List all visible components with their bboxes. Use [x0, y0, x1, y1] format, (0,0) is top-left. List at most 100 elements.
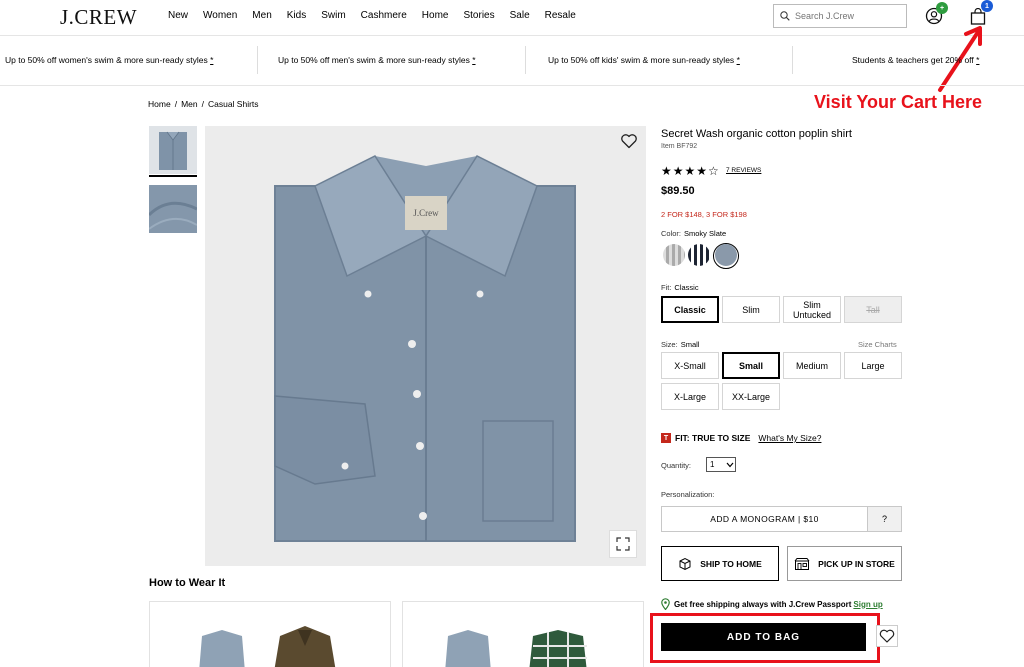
thumbnail-fabric-detail[interactable]: [149, 185, 197, 233]
outfit-image-shirt-flannel: [445, 630, 587, 667]
item-number: Item BF792: [661, 143, 698, 150]
pick-up-in-store-label: PICK UP IN STORE: [818, 558, 895, 569]
nav-women[interactable]: Women: [203, 10, 237, 21]
size-charts-link[interactable]: Size Charts: [858, 340, 897, 349]
thumbnail-selected-indicator: [149, 175, 197, 177]
color-label: Color: Smoky Slate: [661, 229, 726, 238]
add-monogram-button[interactable]: ADD A MONOGRAM | $10: [661, 506, 868, 532]
personalization-label: Personalization:: [661, 490, 715, 499]
monogram-help-button[interactable]: ?: [867, 506, 902, 532]
fit-option-classic[interactable]: Classic: [661, 296, 719, 323]
how-to-wear-heading: How to Wear It: [149, 577, 226, 589]
nav-swim[interactable]: Swim: [321, 10, 345, 21]
size-option-x-small[interactable]: X-Small: [661, 352, 719, 379]
promo-divider: [792, 46, 793, 74]
fabric-thumbnail-image: [149, 185, 197, 233]
breadcrumb-separator: /: [174, 99, 178, 109]
product-title: Secret Wash organic cotton poplin shirt: [661, 128, 852, 140]
nav-sale[interactable]: Sale: [510, 10, 530, 21]
star-rating[interactable]: ★★★★☆: [661, 164, 720, 178]
fit-selected-value: Classic: [674, 283, 699, 292]
svg-text:J.Crew: J.Crew: [413, 208, 439, 218]
promo-bar: Up to 50% off women's swim & more sun-re…: [0, 36, 1024, 86]
promo-students-details-link[interactable]: *: [976, 55, 979, 65]
fit-option-slim-untucked[interactable]: Slim Untucked: [783, 296, 841, 323]
nav-new[interactable]: New: [168, 10, 188, 21]
outfit-card-1[interactable]: [149, 601, 391, 667]
reviews-link[interactable]: 7 REVIEWS: [726, 167, 761, 174]
nav-kids[interactable]: Kids: [287, 10, 306, 21]
promo-kids-text: Up to 50% off kids' swim & more sun-read…: [548, 55, 735, 65]
outfit-image-shirt-blazer: [199, 626, 336, 667]
search-box[interactable]: [773, 4, 907, 28]
breadcrumb-home[interactable]: Home: [148, 99, 171, 109]
nav-home[interactable]: Home: [422, 10, 449, 21]
promo-women-details-link[interactable]: *: [210, 55, 213, 65]
pick-up-in-store-button[interactable]: PICK UP IN STORE: [787, 546, 902, 581]
size-selected-value: Small: [680, 340, 700, 349]
promo-kids-details-link[interactable]: *: [737, 55, 740, 65]
search-icon: [780, 11, 790, 21]
ship-to-home-label: SHIP TO HOME: [700, 558, 762, 569]
shirt-thumbnail-image: [159, 131, 187, 170]
main-product-image[interactable]: J.Crew: [205, 126, 646, 566]
product-price: $89.50: [661, 185, 695, 197]
true-fit-logo-icon: T: [661, 433, 671, 443]
promo-students[interactable]: Students & teachers get 20% off *: [852, 55, 979, 65]
promo-students-text: Students & teachers get 20% off: [852, 55, 974, 65]
fit-true-text: FIT: TRUE TO SIZE: [675, 433, 751, 443]
thumbnail-folded-shirt[interactable]: [149, 126, 197, 174]
breadcrumb-men[interactable]: Men: [181, 99, 198, 109]
breadcrumb: Home / Men / Casual Shirts: [148, 99, 263, 109]
multi-buy-deal: 2 FOR $148, 3 FOR $198: [661, 210, 747, 219]
heart-icon[interactable]: [620, 132, 638, 150]
fit-option-slim[interactable]: Slim: [722, 296, 780, 323]
search-input[interactable]: [795, 11, 895, 21]
nav-men[interactable]: Men: [252, 10, 271, 21]
size-option-large[interactable]: Large: [844, 352, 902, 379]
size-option-x-large[interactable]: X-Large: [661, 383, 719, 410]
breadcrumb-separator: /: [201, 99, 204, 109]
promo-women[interactable]: Up to 50% off women's swim & more sun-re…: [5, 55, 213, 65]
passport-text: Get free shipping always with J.Crew Pas…: [674, 599, 852, 609]
promo-men[interactable]: Up to 50% off men's swim & more sun-read…: [278, 55, 476, 65]
location-pin-icon: [661, 598, 670, 610]
promo-men-details-link[interactable]: *: [472, 55, 475, 65]
swatch-gingham-white[interactable]: [663, 244, 685, 266]
size-label-text: Size:: [661, 340, 678, 349]
size-option-xx-large[interactable]: XX-Large: [722, 383, 780, 410]
swatch-gingham-navy[interactable]: [688, 244, 710, 266]
size-label: Size: Small: [661, 340, 699, 349]
quantity-value: 1: [710, 460, 715, 469]
annotation-visit-cart: Visit Your Cart Here: [814, 92, 983, 112]
account-status-badge: +: [936, 2, 948, 14]
breadcrumb-casual-shirts[interactable]: Casual Shirts: [208, 99, 259, 109]
promo-women-text: Up to 50% off women's swim & more sun-re…: [5, 55, 208, 65]
ship-to-home-button[interactable]: SHIP TO HOME: [661, 546, 779, 581]
chevron-down-icon: [726, 462, 734, 467]
quantity-label: Quantity:: [661, 461, 692, 470]
nav-cashmere[interactable]: Cashmere: [361, 10, 407, 21]
swatch-smoky-slate[interactable]: [715, 244, 737, 266]
nav-resale[interactable]: Resale: [545, 10, 576, 21]
folded-shirt-image: J.Crew: [274, 155, 576, 542]
box-icon: [679, 557, 691, 570]
quantity-select[interactable]: 1: [706, 457, 736, 472]
add-to-bag-button[interactable]: ADD TO BAG: [661, 623, 866, 651]
outfit-card-2[interactable]: [402, 601, 644, 667]
site-header: J.CREW New Women Men Kids Swim Cashmere …: [0, 0, 1024, 36]
size-option-medium[interactable]: Medium: [783, 352, 841, 379]
fit-option-tall[interactable]: Tall: [844, 296, 902, 323]
jcrew-logo[interactable]: J.CREW: [60, 5, 137, 30]
fit-true-to-size: T FIT: TRUE TO SIZE What's My Size?: [661, 433, 821, 443]
passport-promo: Get free shipping always with J.Crew Pas…: [661, 598, 883, 610]
nav-stories[interactable]: Stories: [463, 10, 494, 21]
promo-divider: [257, 46, 258, 74]
passport-sign-up-link[interactable]: Sign up: [853, 600, 882, 609]
promo-men-text: Up to 50% off men's swim & more sun-read…: [278, 55, 470, 65]
size-option-small[interactable]: Small: [722, 352, 780, 379]
promo-kids[interactable]: Up to 50% off kids' swim & more sun-read…: [548, 55, 740, 65]
expand-image-button[interactable]: [609, 530, 637, 558]
wishlist-heart-icon[interactable]: [876, 625, 898, 647]
whats-my-size-link[interactable]: What's My Size?: [758, 433, 821, 443]
